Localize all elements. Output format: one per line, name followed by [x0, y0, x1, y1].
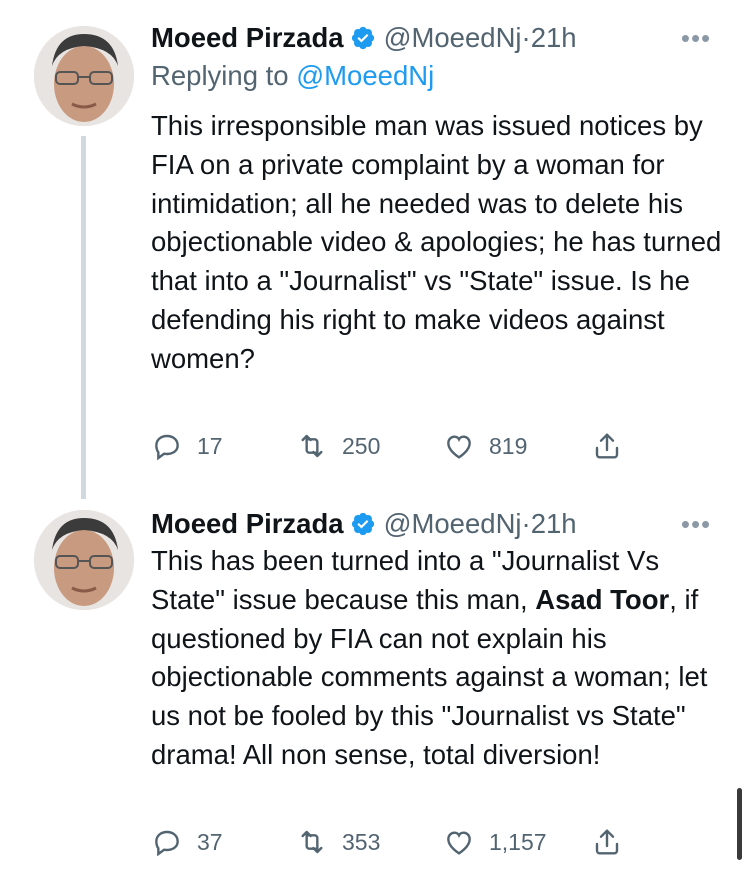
avatar-photo: [34, 26, 134, 126]
retweet-icon: [301, 434, 323, 458]
like-count: 819: [489, 432, 528, 459]
author-name[interactable]: Moeed Pirzada: [151, 508, 344, 539]
scrollbar[interactable]: [737, 788, 742, 860]
separator-dot: ·: [521, 22, 531, 53]
mentioned-name: Asad Toor: [535, 583, 670, 615]
avatar[interactable]: [34, 26, 134, 126]
retweet-button[interactable]: 250: [296, 426, 380, 466]
avatar[interactable]: [34, 510, 134, 610]
share-icon: [595, 433, 619, 459]
avatar-photo: [34, 510, 134, 610]
reply-icon: [155, 434, 179, 461]
tweet-time[interactable]: 21h: [531, 22, 577, 53]
retweet-icon: [301, 830, 323, 854]
author-handle[interactable]: @MoeedNj: [384, 22, 522, 53]
reply-button[interactable]: 17: [151, 426, 223, 466]
replying-to: Replying to @MoeedNj: [151, 58, 434, 94]
like-icon: [447, 435, 471, 459]
replying-to-handle-link[interactable]: @MoeedNj: [296, 60, 434, 91]
tweet-header: Moeed Pirzada @MoeedNj·21h: [151, 20, 577, 56]
tweet-2[interactable]: Moeed Pirzada @MoeedNj·21h ••• This has b…: [0, 490, 750, 876]
verified-badge-icon: [350, 510, 376, 536]
like-button[interactable]: 819: [443, 426, 527, 466]
tweet-header: Moeed Pirzada @MoeedNj·21h: [151, 506, 577, 542]
tweet-actions: 37 353 1,157: [151, 822, 651, 862]
tweet-actions: 17 250 819: [151, 426, 651, 466]
tweet-time[interactable]: 21h: [531, 508, 577, 539]
tweet-text: This irresponsible man was issued notice…: [151, 110, 722, 374]
share-button[interactable]: [591, 426, 623, 466]
reply-button[interactable]: 37: [151, 822, 223, 862]
more-options-icon[interactable]: •••: [676, 25, 716, 51]
retweet-button[interactable]: 353: [296, 822, 380, 862]
like-icon: [447, 831, 471, 855]
retweet-count: 353: [342, 828, 381, 855]
more-options-icon[interactable]: •••: [676, 511, 716, 537]
replying-prefix: Replying to: [151, 60, 289, 91]
thread-connector-line: [81, 136, 86, 499]
author-handle[interactable]: @MoeedNj: [384, 508, 522, 539]
reply-count: 37: [197, 828, 223, 855]
separator-dot: ·: [521, 508, 531, 539]
like-button[interactable]: 1,157: [443, 822, 547, 862]
retweet-count: 250: [342, 432, 381, 459]
share-icon: [595, 829, 619, 855]
share-button[interactable]: [591, 822, 623, 862]
verified-badge-icon: [350, 24, 376, 50]
reply-count: 17: [197, 432, 223, 459]
reply-icon: [155, 830, 179, 857]
author-name[interactable]: Moeed Pirzada: [151, 22, 344, 53]
like-count: 1,157: [489, 828, 547, 855]
tweet-1[interactable]: Moeed Pirzada @MoeedNj·21h ••• Replying t…: [0, 0, 750, 499]
tweet-text: This has been turned into a "Journalist …: [151, 542, 726, 775]
